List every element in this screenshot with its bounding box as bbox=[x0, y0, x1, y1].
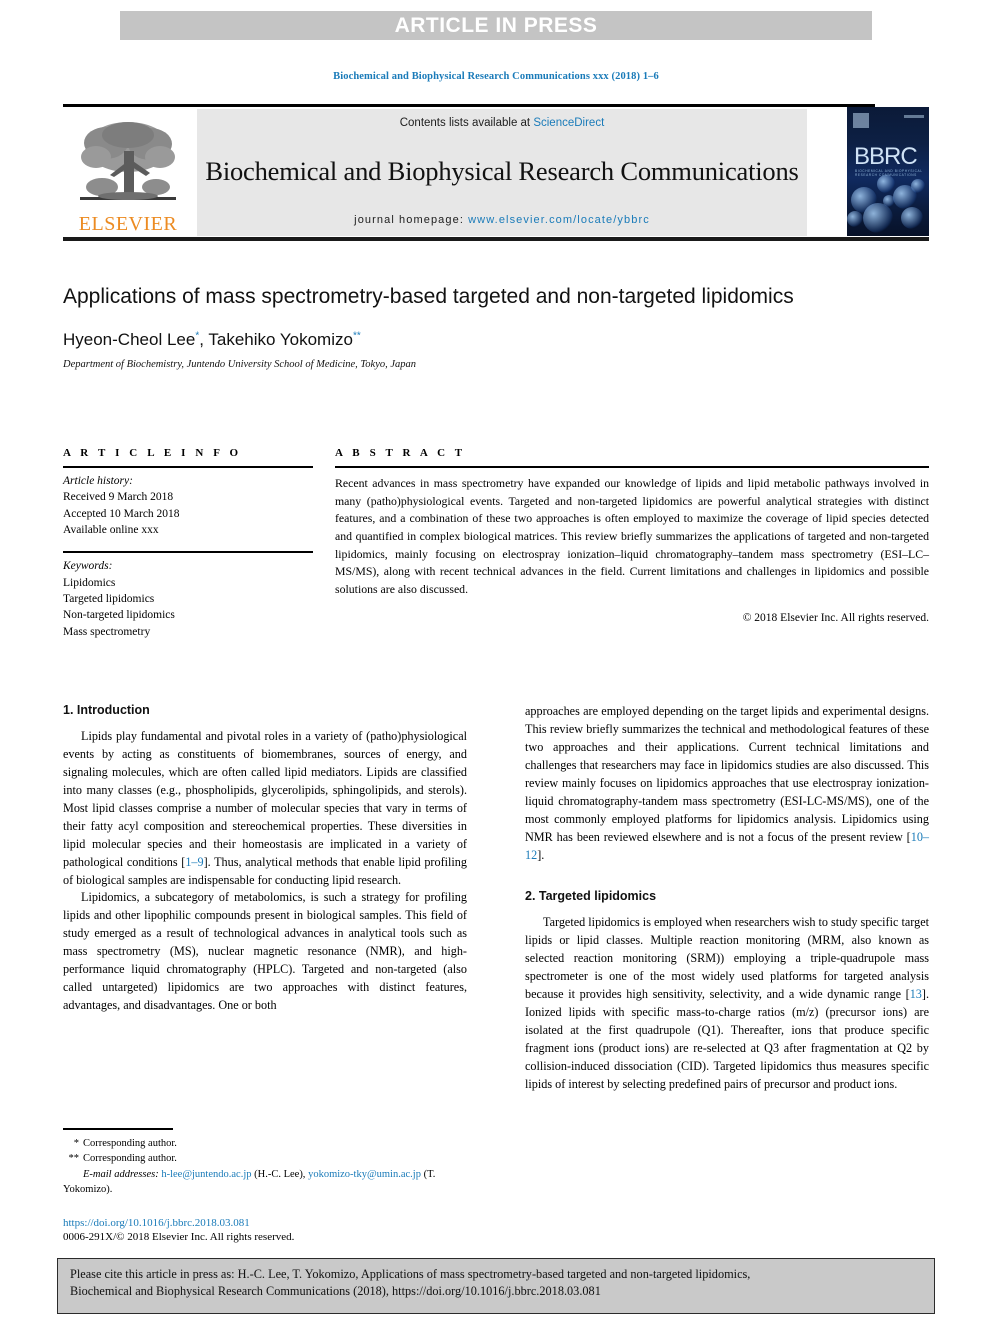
cite-line-1: Please cite this article in press as: H.… bbox=[70, 1267, 751, 1281]
keywords-label: Keywords: bbox=[63, 560, 113, 573]
paragraph-targeted-1-part-b: ]. Ionized lipids with specific mass-to-… bbox=[525, 987, 929, 1091]
paragraph-intro-3: approaches are employed depending on the… bbox=[525, 703, 929, 864]
footnote-rule bbox=[63, 1128, 173, 1130]
abstract-copyright: © 2018 Elsevier Inc. All rights reserved… bbox=[742, 611, 929, 624]
cover-bokeh-circle bbox=[911, 179, 925, 193]
author-list: Hyeon-Cheol Lee*, Takehiko Yokomizo** bbox=[63, 329, 361, 349]
masthead-top-rule bbox=[63, 104, 875, 107]
cover-issn-bar bbox=[904, 115, 924, 118]
doi-link[interactable]: https://doi.org/10.1016/j.bbrc.2018.03.0… bbox=[63, 1217, 467, 1229]
footnote-email-addresses: E-mail addresses: h-lee@juntendo.ac.jp (… bbox=[63, 1167, 467, 1197]
keyword-item: Targeted lipidomics bbox=[63, 592, 155, 605]
cover-bokeh-circle bbox=[877, 175, 895, 193]
cover-bokeh-circle bbox=[847, 211, 863, 227]
keyword-item: Lipidomics bbox=[63, 576, 116, 589]
masthead-center-panel: Contents lists available at ScienceDirec… bbox=[197, 109, 807, 236]
article-in-press-banner: ARTICLE IN PRESS bbox=[120, 11, 872, 40]
article-title: Applications of mass spectrometry-based … bbox=[63, 285, 794, 308]
footnote-corresponding-2: ** Corresponding author. bbox=[63, 1151, 467, 1166]
article-history-label: Article history: bbox=[63, 475, 133, 487]
paragraph-intro-1: Lipids play fundamental and pivotal role… bbox=[63, 728, 467, 889]
bbrc-acronym: BBRC bbox=[854, 143, 918, 170]
keywords-divider bbox=[63, 551, 313, 554]
email-link-1[interactable]: h-lee@juntendo.ac.jp bbox=[161, 1169, 251, 1180]
issn-copyright-line: 0006-291X/© 2018 Elsevier Inc. All right… bbox=[63, 1231, 295, 1244]
footnote-corresponding-1: * Corresponding author. bbox=[63, 1136, 467, 1151]
article-info-column: A R T I C L E I N F O Article history: R… bbox=[63, 447, 313, 640]
doi-block: https://doi.org/10.1016/j.bbrc.2018.03.0… bbox=[63, 1217, 467, 1243]
please-cite-box: Please cite this article in press as: H.… bbox=[57, 1258, 935, 1314]
article-history-item: Available online xxx bbox=[63, 523, 159, 536]
footnotes-block: * Corresponding author. ** Corresponding a… bbox=[63, 1128, 467, 1243]
keywords-block: Keywords: Lipidomics Targeted lipidomics… bbox=[63, 558, 313, 640]
article-in-press-label: ARTICLE IN PRESS bbox=[394, 13, 598, 37]
email-addresses-label: E-mail addresses: bbox=[83, 1168, 159, 1180]
elsevier-tree-icon bbox=[80, 122, 176, 200]
elsevier-logo: ELSEVIER bbox=[63, 109, 193, 236]
cover-bokeh-circle bbox=[883, 195, 895, 207]
author-name-1: Hyeon-Cheol Lee bbox=[63, 329, 196, 349]
section-heading-introduction: 1. Introduction bbox=[63, 703, 150, 717]
article-info-divider bbox=[63, 466, 313, 468]
email-owner-1: (H.-C. Lee), bbox=[254, 1168, 306, 1180]
title-block: Applications of mass spectrometry-based … bbox=[63, 283, 929, 370]
footnote-corresponding-2-text: Corresponding author. bbox=[83, 1152, 177, 1164]
journal-homepage-link[interactable]: www.elsevier.com/locate/ybbrc bbox=[468, 214, 650, 226]
cite-line-2: Biochemical and Biophysical Research Com… bbox=[70, 1284, 601, 1299]
author-1-footnote-marker[interactable]: * bbox=[195, 330, 199, 341]
contents-lists-prefix: Contents lists available at bbox=[399, 117, 534, 129]
author-2-footnote-marker[interactable]: ** bbox=[353, 330, 361, 341]
author-name-2: Takehiko Yokomizo bbox=[208, 329, 353, 349]
journal-title: Biochemical and Biophysical Research Com… bbox=[205, 156, 799, 186]
body-column-right: approaches are employed depending on the… bbox=[525, 703, 929, 1094]
paragraph-intro-2: Lipidomics, a subcategory of metabolomic… bbox=[63, 890, 467, 1013]
abstract-column: A B S T R A C T Recent advances in mass … bbox=[335, 447, 929, 624]
body-column-left: 1. Introduction Lipids play fundamental … bbox=[63, 703, 467, 1015]
running-head: Biochemical and Biophysical Research Com… bbox=[333, 71, 659, 82]
article-info-heading: A R T I C L E I N F O bbox=[63, 447, 242, 459]
abstract-text: Recent advances in mass spectrometry hav… bbox=[335, 476, 929, 597]
article-history-item: Received 9 March 2018 bbox=[63, 491, 174, 504]
bbrc-journal-cover-image: BBRC BIOCHEMICAL AND BIOPHYSICAL RESEARC… bbox=[847, 107, 929, 236]
footnote-marker-2: ** bbox=[68, 1152, 80, 1164]
article-history-block: Article history: Received 9 March 2018 A… bbox=[63, 473, 313, 538]
masthead-bottom-rule bbox=[63, 237, 929, 241]
keyword-item: Mass spectrometry bbox=[63, 625, 151, 638]
footnote-corresponding-1-text: Corresponding author. bbox=[83, 1137, 177, 1149]
paragraph-intro-1-part-a: Lipids play fundamental and pivotal role… bbox=[63, 729, 467, 869]
journal-homepage-label: journal homepage: bbox=[354, 214, 469, 226]
journal-seal-icon bbox=[853, 113, 869, 128]
bbrc-cover-subtitle: BIOCHEMICAL AND BIOPHYSICAL RESEARCH COM… bbox=[855, 169, 923, 177]
abstract-heading: A B S T R A C T bbox=[335, 447, 466, 459]
citation-ref-13[interactable]: 13 bbox=[910, 987, 922, 1001]
paragraph-targeted-1-part-a: Targeted lipidomics is employed when res… bbox=[525, 915, 929, 1002]
cover-bokeh-circle bbox=[863, 203, 893, 233]
paragraph-intro-3-part-a: approaches are employed depending on the… bbox=[525, 704, 929, 844]
cover-bokeh-circle bbox=[901, 207, 923, 229]
article-history-item: Accepted 10 March 2018 bbox=[63, 507, 180, 520]
journal-masthead: ELSEVIER Contents lists available at Sci… bbox=[63, 104, 929, 241]
paragraph-targeted-1: Targeted lipidomics is employed when res… bbox=[525, 914, 929, 1093]
sciencedirect-link[interactable]: ScienceDirect bbox=[533, 117, 604, 129]
contents-lists-line: Contents lists available at ScienceDirec… bbox=[400, 117, 605, 129]
journal-homepage-line: journal homepage: www.elsevier.com/locat… bbox=[354, 214, 650, 226]
citation-ref-1-9[interactable]: 1–9 bbox=[185, 855, 203, 869]
email-link-2[interactable]: yokomizo-tky@umin.ac.jp bbox=[308, 1169, 421, 1180]
elsevier-wordmark: ELSEVIER bbox=[78, 213, 178, 235]
footnote-marker-1: * bbox=[73, 1137, 79, 1149]
section-heading-targeted-lipidomics: 2. Targeted lipidomics bbox=[525, 889, 657, 904]
paragraph-intro-3-part-b: ]. bbox=[537, 847, 545, 862]
keyword-item: Non-targeted lipidomics bbox=[63, 609, 175, 622]
abstract-divider bbox=[335, 466, 929, 468]
author-affiliation: Department of Biochemistry, Juntendo Uni… bbox=[63, 358, 417, 370]
